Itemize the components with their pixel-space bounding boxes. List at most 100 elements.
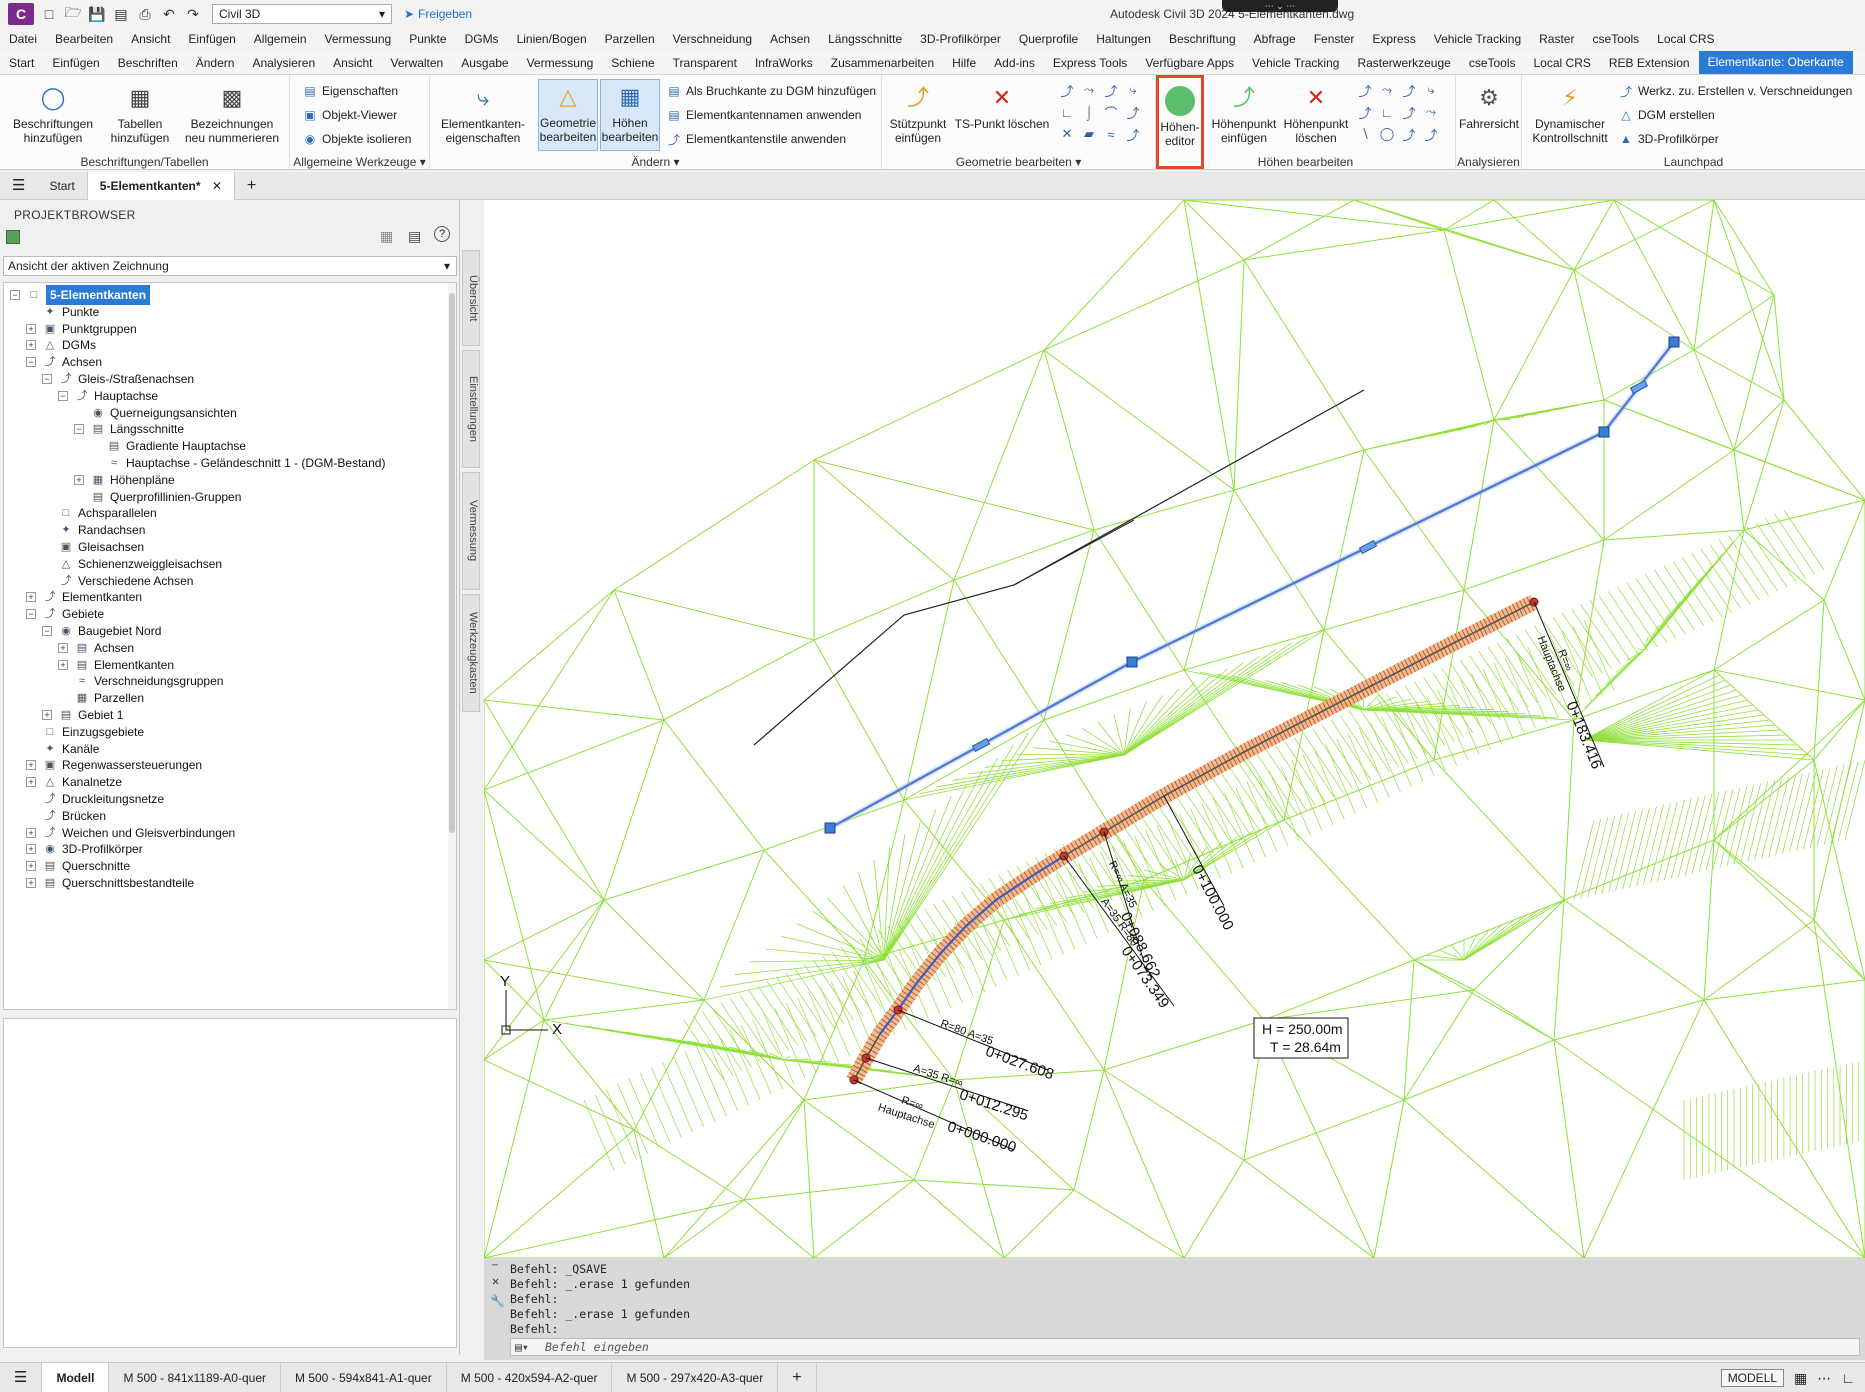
isolate-button[interactable]: ◉ Objekte isolieren — [302, 131, 412, 147]
expand-icon[interactable]: + — [26, 827, 36, 838]
vtab-toolbox[interactable]: Werkzeugkasten — [462, 594, 480, 712]
expand-icon[interactable]: + — [26, 777, 36, 788]
menu-item[interactable]: Express — [1363, 32, 1424, 46]
wrench-icon[interactable]: 🔧 — [490, 1294, 505, 1308]
menu-item[interactable]: Abfrage — [1245, 32, 1305, 46]
ribbon-tab[interactable]: Analysieren — [243, 56, 324, 70]
edit-curve-icon[interactable]: ⤴ — [1124, 125, 1142, 143]
hamburger-icon[interactable]: ☰ — [0, 172, 37, 200]
trim-icon[interactable]: ⤳ — [1080, 81, 1098, 99]
insert-elev-point-button[interactable]: ⤴ Höhenpunkt einfügen — [1208, 81, 1280, 146]
ribbon-tab[interactable]: Elementkante: Oberkante — [1698, 51, 1853, 74]
ribbon-tab[interactable]: Zusammenarbeiten — [822, 56, 943, 70]
menu-item[interactable]: Ansicht — [122, 32, 179, 46]
open-icon[interactable]: 🗁 — [64, 4, 82, 23]
tab-layout[interactable]: M 500 - 841x1189-A0-quer — [109, 1362, 281, 1392]
ribbon-tab[interactable]: Ausgabe — [452, 56, 517, 70]
title-toolbar-handle[interactable]: ⋯ ⌄ ⋯ — [1222, 0, 1338, 12]
print-icon[interactable]: ⎙ — [136, 5, 154, 23]
renumber-button[interactable]: ▩ Bezeichnungen neu nummerieren — [180, 81, 284, 146]
undo-icon[interactable]: ↶ — [160, 5, 178, 23]
delete-pi-button[interactable]: ✕ TS-Punkt löschen — [954, 81, 1050, 132]
add-layout-icon[interactable]: + — [778, 1362, 817, 1392]
edit-elevations-button[interactable]: ▦ Höhen bearbeiten — [600, 79, 660, 151]
prospector-icon[interactable] — [6, 230, 20, 244]
smooth-icon[interactable]: ≈ — [1102, 125, 1120, 143]
menu-item[interactable]: Fenster — [1305, 32, 1364, 46]
delete-elev-point-button[interactable]: ✕ Höhenpunkt löschen — [1280, 81, 1352, 146]
insert-high-low-icon[interactable]: ∟ — [1378, 103, 1396, 121]
raise-lower-icon[interactable]: ⤷ — [1422, 81, 1440, 99]
expand-icon[interactable]: + — [26, 323, 36, 334]
item-view-icon[interactable]: ▤ — [408, 228, 421, 245]
app-logo[interactable]: C — [8, 3, 34, 25]
help-icon[interactable]: ? — [434, 226, 450, 242]
menu-item[interactable]: Allgemein — [245, 32, 316, 46]
featureline-properties-button[interactable]: ⤷ Elementkanten-eigenschaften — [440, 81, 526, 146]
extend-icon[interactable]: ∟ — [1058, 103, 1076, 121]
weed-icon[interactable]: ▰ — [1080, 125, 1098, 143]
drawing-canvas[interactable]: 0+000.000 R=∞ Hauptachse 0+012.295 A=35 R=∞ 0… — [484, 200, 1865, 1258]
ribbon-tab[interactable]: Vehicle Tracking — [1243, 56, 1348, 70]
model-space-badge[interactable]: MODELL — [1720, 1369, 1785, 1387]
tree-view-icon[interactable]: ▦ — [380, 228, 393, 245]
adjacent-elev-icon[interactable]: ∖ — [1356, 125, 1374, 143]
menu-item[interactable]: DGMs — [456, 32, 508, 46]
menu-item[interactable]: Vermessung — [316, 32, 401, 46]
menu-item[interactable]: Punkte — [400, 32, 455, 46]
slope-icon[interactable]: ⤴ — [1400, 125, 1418, 143]
collapse-icon[interactable]: − — [58, 390, 68, 401]
quick-elevation-icon[interactable]: ⤳ — [1378, 81, 1396, 99]
save-icon[interactable]: 💾 — [88, 5, 106, 23]
collapse-icon[interactable]: − — [42, 626, 52, 636]
ribbon-tab[interactable]: Verfügbare Apps — [1136, 56, 1243, 70]
apply-names-button[interactable]: ▤ Elementkantennamen anwenden — [666, 107, 861, 123]
collapse-icon[interactable]: − — [42, 374, 52, 384]
ribbon-tab[interactable]: Hilfe — [943, 56, 985, 70]
create-dgm-button[interactable]: △ DGM erstellen — [1618, 107, 1714, 123]
ribbon-tab[interactable]: Rasterwerkzeuge — [1348, 56, 1459, 70]
reverse-icon[interactable]: ⤷ — [1124, 81, 1142, 99]
menu-item[interactable]: Raster — [1530, 32, 1583, 46]
menu-item[interactable]: Querprofile — [1010, 32, 1087, 46]
view-select[interactable]: Ansicht der aktiven Zeichnung ▾ — [3, 256, 457, 276]
fit-curve-icon[interactable]: ⤴ — [1124, 103, 1142, 121]
new-file-icon[interactable]: □ — [40, 5, 58, 23]
grading-tools-button[interactable]: ⤴ Werkz. zu. Erstellen v. Verschneidungen — [1618, 83, 1852, 99]
expand-icon[interactable]: + — [26, 760, 36, 771]
ribbon-tab[interactable]: Einfügen — [43, 56, 108, 70]
flatten-icon[interactable]: ⤳ — [1422, 103, 1440, 121]
menu-item[interactable]: Achsen — [761, 32, 819, 46]
object-viewer-button[interactable]: ▣ Objekt-Viewer — [302, 107, 397, 123]
collapse-icon[interactable]: − — [26, 609, 36, 620]
expand-icon[interactable]: + — [26, 861, 36, 872]
drawing-svg[interactable]: 0+000.000R=∞Hauptachse 0+012.295A=35 R=∞ 0… — [484, 200, 1865, 1258]
insert-pi-button[interactable]: ⤴ Stützpunkt einfügen — [886, 81, 950, 146]
new-tab-icon[interactable]: + — [235, 172, 268, 200]
expand-icon[interactable]: + — [26, 592, 36, 603]
menu-item[interactable]: cseTools — [1583, 32, 1648, 46]
tab-layout[interactable]: M 500 - 297x420-A3-quer — [612, 1362, 779, 1392]
tab-model[interactable]: Modell — [42, 1362, 110, 1392]
menu-item[interactable]: Local CRS — [1648, 32, 1723, 46]
tab-layout[interactable]: M 500 - 420x594-A2-quer — [447, 1362, 613, 1392]
expand-icon[interactable]: + — [26, 844, 36, 855]
menu-item[interactable]: Längsschnitte — [819, 32, 911, 46]
add-breakline-button[interactable]: ▤ Als Bruchkante zu DGM hinzufügen — [666, 83, 876, 99]
break-icon[interactable]: ⤴ — [1058, 81, 1076, 99]
close-icon[interactable]: ✕ — [492, 1274, 499, 1288]
set-elevation-icon[interactable]: ⤴ — [1356, 81, 1374, 99]
ribbon-tab[interactable]: InfraWorks — [746, 56, 822, 70]
elevation-from-surface-icon[interactable]: ⤴ — [1400, 81, 1418, 99]
ribbon-tab[interactable]: Local CRS — [1525, 56, 1600, 70]
tree-scrollbar[interactable] — [448, 283, 456, 1009]
workspace-select[interactable]: Civil 3D ▾ — [212, 4, 392, 24]
menu-item[interactable]: Parzellen — [596, 32, 664, 46]
ribbon-tab[interactable]: Transparent — [664, 56, 746, 70]
ribbon-tab[interactable]: Start — [0, 56, 43, 70]
menu-item[interactable]: Vehicle Tracking — [1425, 32, 1530, 46]
corridor-button[interactable]: ▲ 3D-Profilkörper — [1618, 131, 1719, 147]
expand-icon[interactable]: + — [74, 474, 84, 485]
menu-item[interactable]: Datei — [0, 32, 46, 46]
tab-active-drawing[interactable]: 5-Elementkanten* ✕ — [86, 171, 235, 200]
